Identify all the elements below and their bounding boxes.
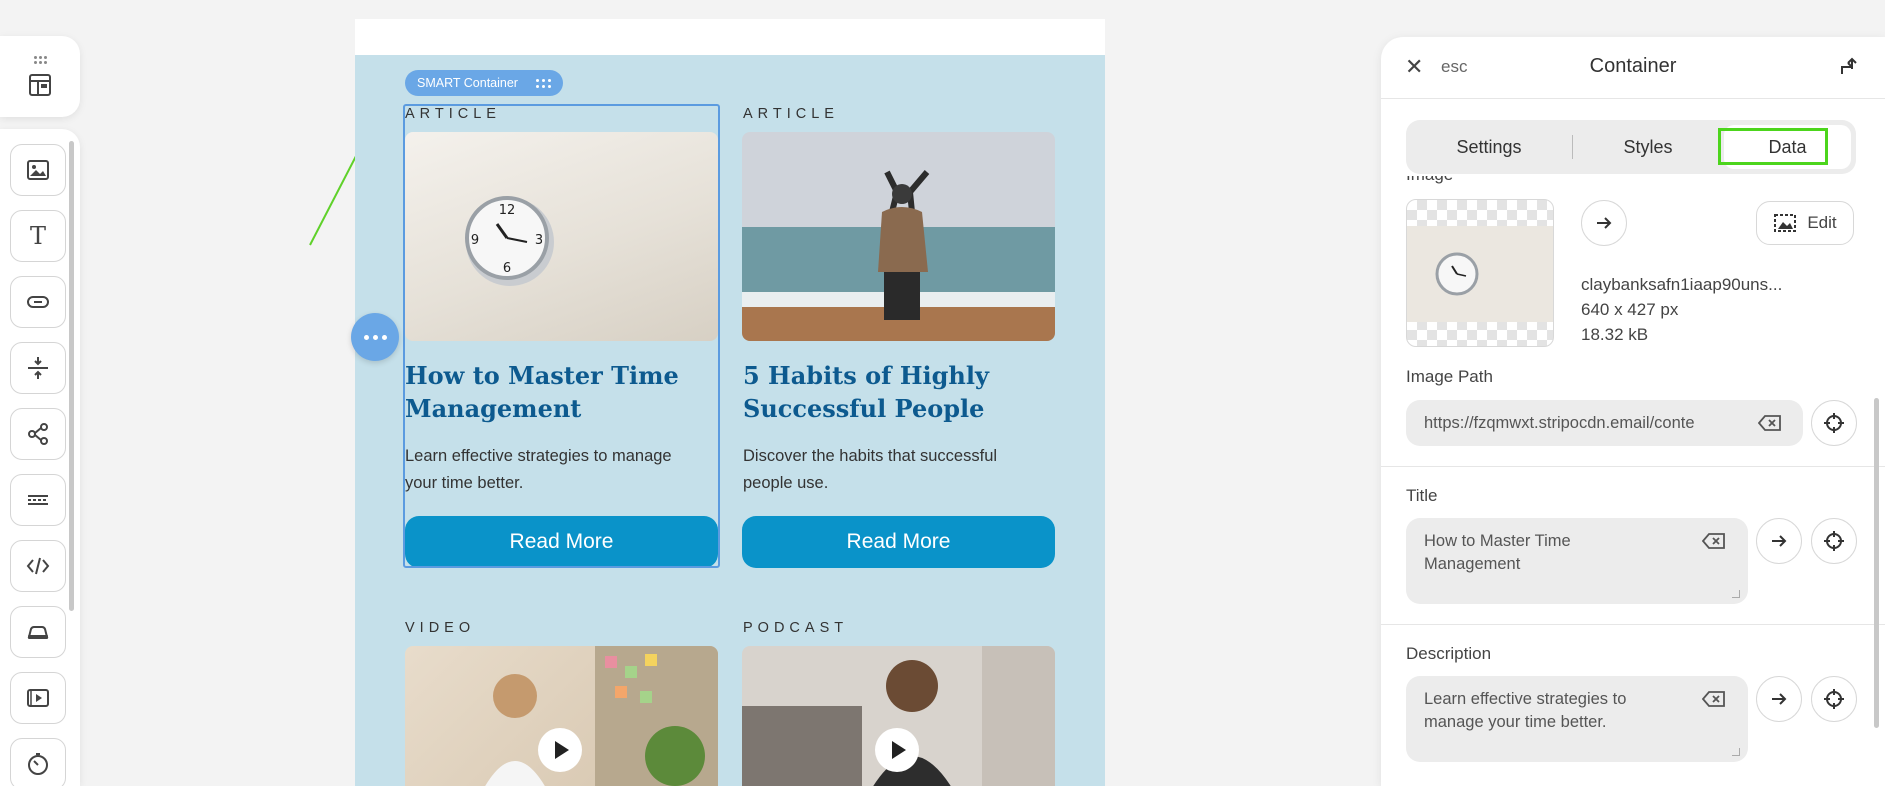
button-icon bbox=[27, 296, 49, 308]
html-icon bbox=[26, 557, 50, 575]
card-kicker: VIDEO bbox=[405, 620, 476, 636]
title-label: Title bbox=[1406, 486, 1438, 505]
card-title: 5 Habits of Highly Successful People bbox=[743, 359, 1063, 425]
image-path-value: https://fzqmwxt.stripocdn.email/conte bbox=[1424, 414, 1695, 432]
tab-styles[interactable]: Styles bbox=[1573, 120, 1723, 174]
image-path-field[interactable]: https://fzqmwxt.stripocdn.email/conte bbox=[1406, 400, 1803, 446]
description-value: Learn effective strategies to manage you… bbox=[1424, 688, 1626, 734]
card-kicker: ARTICLE bbox=[743, 106, 839, 122]
resize-handle-icon[interactable] bbox=[1732, 590, 1740, 598]
social-icon bbox=[28, 423, 48, 445]
title-value-line: How to Master Time bbox=[1424, 532, 1571, 550]
crosshair-icon bbox=[1824, 531, 1844, 551]
card-description-line: people use. bbox=[743, 474, 829, 492]
arrow-right-icon bbox=[1772, 693, 1787, 705]
section-divider bbox=[1381, 466, 1885, 467]
description-label: Description bbox=[1406, 644, 1492, 663]
resize-handle-icon[interactable] bbox=[1732, 748, 1740, 756]
video-block-button[interactable] bbox=[10, 672, 66, 724]
image-dimensions: 640 x 427 px bbox=[1581, 300, 1679, 319]
image-file-size: 18.32 kB bbox=[1581, 325, 1649, 344]
panel-title: Container bbox=[1589, 55, 1677, 77]
divider-block-button[interactable] bbox=[10, 474, 66, 526]
description-value-line: manage your time better. bbox=[1424, 713, 1607, 731]
export-icon[interactable] bbox=[1837, 55, 1859, 77]
arrow-right-icon bbox=[1597, 217, 1612, 229]
clear-input-icon[interactable] bbox=[1758, 414, 1782, 432]
smart-container-label: SMART Container bbox=[417, 76, 518, 90]
title-link-button[interactable] bbox=[1756, 518, 1802, 564]
card-description: Discover the habits that successful peop… bbox=[743, 443, 1063, 497]
video-icon bbox=[27, 689, 49, 707]
description-field[interactable]: Learn effective strategies to manage you… bbox=[1406, 676, 1748, 762]
arrow-right-icon bbox=[1772, 535, 1787, 547]
spacer-icon bbox=[28, 357, 48, 379]
clear-input-icon[interactable] bbox=[1702, 532, 1726, 550]
button-block-button[interactable] bbox=[10, 276, 66, 328]
image-link-button[interactable] bbox=[1581, 200, 1627, 246]
title-target-button[interactable] bbox=[1811, 518, 1857, 564]
image-edit-icon bbox=[1774, 214, 1797, 232]
description-target-button[interactable] bbox=[1811, 676, 1857, 722]
crosshair-icon bbox=[1824, 689, 1844, 709]
panel-scrollbar[interactable] bbox=[1874, 398, 1879, 728]
edit-label: Edit bbox=[1807, 213, 1837, 232]
ocean-person-illustration bbox=[742, 132, 1055, 341]
more-options-button[interactable] bbox=[351, 313, 399, 361]
image-thumbnail[interactable] bbox=[1406, 199, 1554, 347]
section-divider bbox=[1381, 624, 1885, 625]
image-path-target-button[interactable] bbox=[1811, 400, 1857, 446]
data-tab-highlight bbox=[1718, 128, 1828, 165]
read-more-button[interactable]: Read More bbox=[742, 516, 1055, 568]
divider-icon bbox=[28, 495, 48, 505]
menu-block-button[interactable] bbox=[10, 606, 66, 658]
clear-input-icon[interactable] bbox=[1702, 690, 1726, 708]
title-field[interactable]: How to Master Time Management bbox=[1406, 518, 1748, 604]
card-kicker: PODCAST bbox=[743, 620, 849, 636]
timer-icon bbox=[28, 753, 48, 775]
social-block-button[interactable] bbox=[10, 408, 66, 460]
play-icon[interactable] bbox=[538, 728, 582, 772]
image-file-name: claybanksafn1iaap90uns... bbox=[1581, 275, 1783, 294]
menu-icon bbox=[27, 626, 49, 639]
selected-container-outline[interactable] bbox=[403, 104, 720, 568]
title-value-line: Management bbox=[1424, 555, 1521, 573]
edit-image-button[interactable]: Edit bbox=[1756, 201, 1854, 245]
description-link-button[interactable] bbox=[1756, 676, 1802, 722]
html-block-button[interactable] bbox=[10, 540, 66, 592]
card-description-line: Discover the habits that successful bbox=[743, 447, 998, 465]
play-icon[interactable] bbox=[875, 728, 919, 772]
card-title-line: 5 Habits of Highly bbox=[743, 361, 989, 390]
timer-block-button[interactable] bbox=[10, 738, 66, 786]
smart-container-tag[interactable]: SMART Container bbox=[405, 70, 563, 96]
crosshair-icon bbox=[1824, 413, 1844, 433]
image-thumbnail-preview bbox=[1407, 226, 1553, 322]
drag-dots-icon[interactable] bbox=[535, 78, 551, 88]
article-image[interactable] bbox=[742, 132, 1055, 341]
panel-header: ✕ esc Container bbox=[1381, 37, 1885, 99]
description-value-line: Learn effective strategies to bbox=[1424, 690, 1627, 708]
title-value: How to Master Time Management bbox=[1424, 530, 1571, 576]
spacer-block-button[interactable] bbox=[10, 342, 66, 394]
card-title-line: Successful People bbox=[743, 394, 985, 423]
image-path-label: Image Path bbox=[1406, 367, 1493, 386]
tab-settings[interactable]: Settings bbox=[1406, 120, 1572, 174]
email-canvas-header bbox=[355, 19, 1105, 55]
